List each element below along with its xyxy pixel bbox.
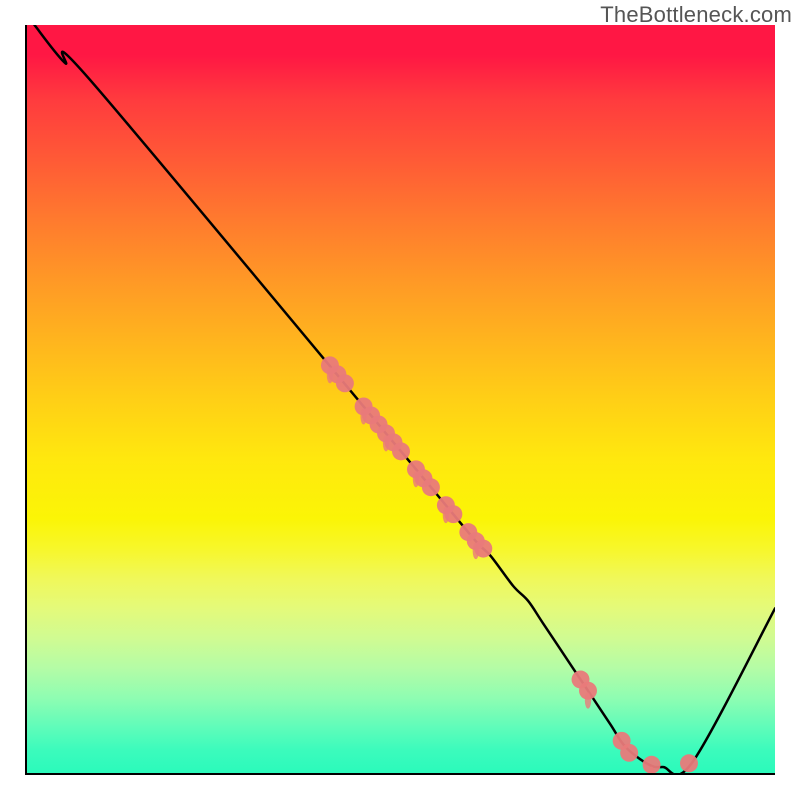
curve-marker-drip [585,693,591,709]
curve-marker [444,505,462,523]
curve-marker [336,374,354,392]
watermark-text: TheBottleneck.com [600,2,792,28]
curve-marker [422,478,440,496]
chart-overlay [27,25,775,773]
curve-marker [680,754,698,772]
curve-marker [392,442,410,460]
curve-marker [474,540,492,558]
plot-area [25,25,775,775]
curve-markers [321,356,698,773]
curve-marker [620,744,638,762]
bottleneck-curve-path [34,25,775,773]
bottleneck-curve [34,25,775,773]
chart-container: TheBottleneck.com [0,0,800,800]
